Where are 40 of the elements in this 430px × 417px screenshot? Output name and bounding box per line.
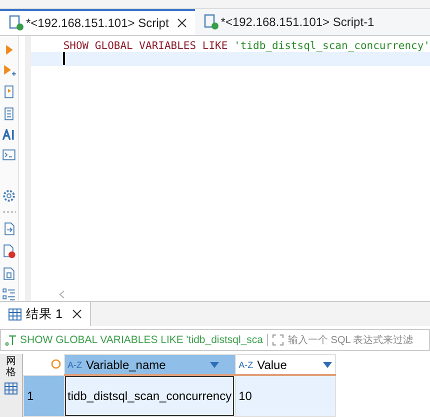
close-icon[interactable] (72, 309, 82, 319)
script-icon[interactable] (2, 107, 16, 121)
script-run-icon[interactable] (2, 85, 16, 100)
circle-icon (50, 358, 60, 368)
export-icon[interactable] (2, 222, 16, 236)
table-cell[interactable]: tidb_distsql_scan_concurrency (64, 375, 236, 416)
terminal-icon[interactable] (2, 148, 16, 162)
editor-tab[interactable]: *<192.168.151.101> Script-1 (194, 9, 382, 35)
run-plus-icon[interactable] (2, 64, 16, 78)
column-name: Variable_name (86, 358, 167, 372)
editor-tab[interactable]: *<192.168.151.101> Script (0, 9, 195, 35)
result-tab[interactable]: 结果 1 (0, 302, 92, 326)
query-text: SHOW GLOBAL VARIABLES LIKE 'tidb_distsql_sca (5, 334, 268, 346)
type-label: A-Z (238, 360, 254, 370)
run-icon[interactable] (3, 44, 16, 56)
code-line: SHOW GLOBAL VARIABLES LIKE 'tidb_distsql_scan_concurrency' (63, 39, 430, 52)
settings-icon[interactable] (2, 188, 16, 202)
grid-side-tab[interactable]: 网格 (0, 354, 23, 417)
more-icon[interactable] (2, 210, 16, 214)
column-name: Value (257, 358, 288, 372)
document-icon[interactable] (2, 266, 16, 280)
ai-icon[interactable] (2, 128, 16, 140)
scroll-left-icon[interactable] (59, 290, 66, 299)
dropdown-icon[interactable] (323, 362, 332, 368)
type-label: A-Z (68, 360, 82, 370)
script-icon (202, 14, 219, 30)
script-icon (8, 15, 24, 31)
column-header[interactable]: A-Z Variable_name (64, 354, 236, 375)
text-icon (5, 334, 17, 346)
text-cursor (63, 52, 66, 65)
column-header[interactable]: A-Z Value (235, 354, 336, 375)
expand-icon[interactable] (272, 334, 284, 346)
row-number[interactable]: 1 (24, 375, 64, 416)
dropdown-icon[interactable] (210, 362, 219, 368)
table-cell[interactable]: 10 (235, 375, 336, 416)
grid-icon (4, 382, 18, 395)
close-icon[interactable] (176, 18, 187, 28)
list-icon[interactable] (2, 288, 16, 301)
grid-icon (8, 308, 22, 320)
file-error-icon[interactable] (2, 244, 16, 259)
